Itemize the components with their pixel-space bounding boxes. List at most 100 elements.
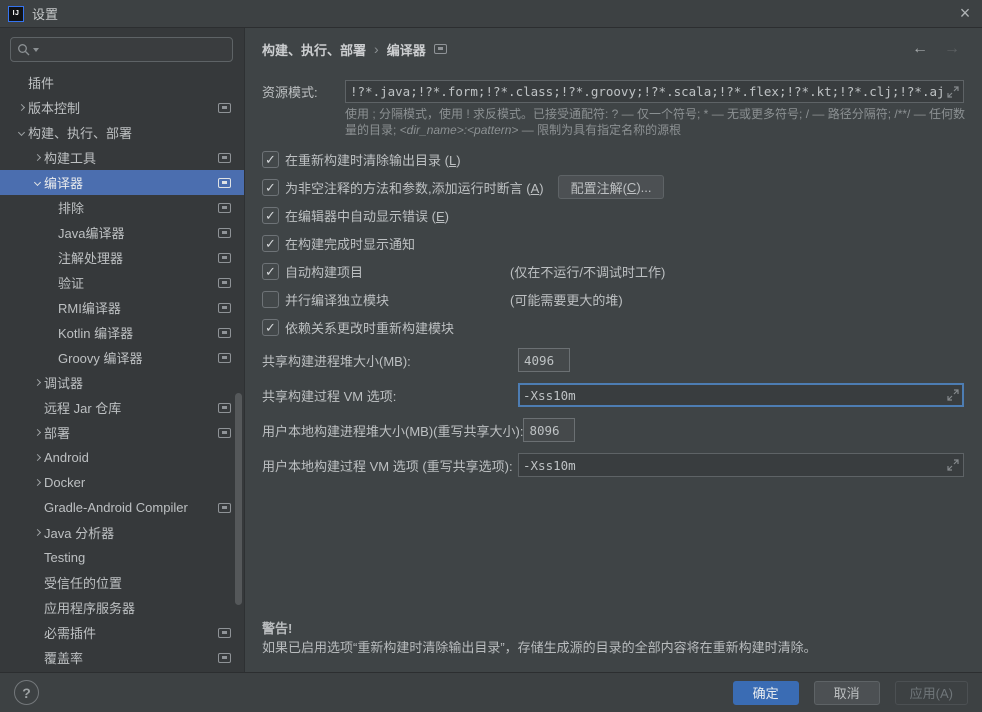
settings-page-icon <box>218 203 231 213</box>
tree-chevron-icon[interactable] <box>30 605 44 610</box>
tree-chevron-icon[interactable] <box>44 330 58 335</box>
sidebar-tree-item[interactable]: Testing <box>0 545 245 570</box>
user-heap-size-label: 用户本地构建进程堆大小(MB)(重写共享大小): <box>262 421 523 440</box>
tree-chevron-icon[interactable] <box>44 280 58 285</box>
expand-field-icon[interactable] <box>947 389 959 401</box>
close-icon[interactable]: × <box>948 0 982 28</box>
tree-chevron-icon[interactable] <box>14 130 28 135</box>
compiler-settings-panel: 构建、执行、部署 › 编译器 ← → 资源模式: 使用 ; 分隔模式，使用 <box>246 28 982 672</box>
user-heap-size-input[interactable] <box>529 419 569 441</box>
tree-chevron-icon[interactable] <box>14 105 28 110</box>
parallel-compile-checkbox[interactable] <box>262 291 279 308</box>
warning-title: 警告! <box>262 619 964 638</box>
sidebar-tree-item[interactable]: 必需插件 <box>0 620 245 645</box>
forward-arrow-icon[interactable]: → <box>944 40 960 58</box>
sidebar-tree-item[interactable]: 构建、执行、部署 <box>0 120 245 145</box>
sidebar-tree-item[interactable]: 注解处理器 <box>0 245 245 270</box>
settings-page-icon <box>218 403 231 413</box>
sidebar-tree-item[interactable]: 验证 <box>0 270 245 295</box>
settings-page-icon <box>218 253 231 263</box>
sidebar-tree-item[interactable]: Java编译器 <box>0 220 245 245</box>
sidebar-tree-item[interactable]: 插件 <box>0 70 245 95</box>
tree-chevron-icon[interactable] <box>44 305 58 310</box>
apply-button[interactable]: 应用(A) <box>895 681 968 705</box>
settings-page-icon <box>218 653 231 663</box>
sidebar-tree-item[interactable]: Docker <box>0 470 245 495</box>
sidebar-tree-item[interactable]: 构建工具 <box>0 145 245 170</box>
configure-annotations-button[interactable]: 配置注解(C)... <box>558 175 665 199</box>
expand-field-icon[interactable] <box>947 459 959 471</box>
tree-chevron-icon[interactable] <box>30 580 44 585</box>
back-arrow-icon[interactable]: ← <box>912 40 928 58</box>
sidebar-tree-item[interactable]: 应用程序服务器 <box>0 595 245 620</box>
sidebar-tree-item[interactable]: 排除 <box>0 195 245 220</box>
clear-output-directory-row: ✓ 在重新构建时清除输出目录 (L) <box>262 147 964 171</box>
sidebar-tree-item[interactable]: 调试器 <box>0 370 245 395</box>
tree-item-label: 构建、执行、部署 <box>28 123 132 142</box>
user-vm-options-input[interactable] <box>523 458 943 473</box>
checkbox-note: (仅在不运行/不调试时工作) <box>510 262 665 281</box>
resource-patterns-hint: 使用 ; 分隔模式，使用 ! 求反模式。已接受通配符: ? — 仅一个符号; *… <box>345 107 970 138</box>
settings-page-icon <box>218 353 231 363</box>
build-notification-checkbox[interactable]: ✓ <box>262 235 279 252</box>
tree-chevron-icon[interactable] <box>30 380 44 385</box>
build-project-automatically-checkbox[interactable]: ✓ <box>262 263 279 280</box>
tree-chevron-icon[interactable] <box>44 255 58 260</box>
sidebar-scrollbar-thumb[interactable] <box>235 393 242 605</box>
shared-vm-options-input[interactable] <box>523 388 943 403</box>
sidebar-tree-item[interactable]: 远程 Jar 仓库 <box>0 395 245 420</box>
tree-chevron-icon[interactable] <box>44 230 58 235</box>
ok-button[interactable]: 确定 <box>733 681 799 705</box>
shared-heap-size-row: 共享构建进程堆大小(MB): <box>262 348 964 372</box>
tree-chevron-icon[interactable] <box>30 530 44 535</box>
expand-field-icon[interactable] <box>947 86 959 98</box>
sidebar-tree-item[interactable]: Android <box>0 445 245 470</box>
user-heap-size-field <box>523 418 575 442</box>
tree-item-label: 受信任的位置 <box>44 573 122 592</box>
hint-italic-text: <dir_name>:<pattern> <box>400 123 519 137</box>
resource-patterns-input[interactable] <box>350 84 943 99</box>
sidebar-tree-item[interactable]: Groovy 编译器 <box>0 345 245 370</box>
tree-item-label: Groovy 编译器 <box>58 348 143 367</box>
rebuild-on-dependency-change-checkbox[interactable]: ✓ <box>262 319 279 336</box>
tree-item-label: 远程 Jar 仓库 <box>44 398 121 417</box>
tree-chevron-icon[interactable] <box>44 205 58 210</box>
display-errors-checkbox[interactable]: ✓ <box>262 207 279 224</box>
shared-heap-size-input[interactable] <box>524 349 564 371</box>
search-input[interactable] <box>39 43 226 57</box>
tree-chevron-icon[interactable] <box>44 355 58 360</box>
tree-chevron-icon[interactable] <box>14 80 28 85</box>
warning-text: 如果已启用选项“重新构建时清除输出目录”，存储生成源的目录的全部内容将在重新构建… <box>262 638 964 657</box>
clear-output-directory-checkbox[interactable]: ✓ <box>262 151 279 168</box>
tree-item-label: Gradle-Android Compiler <box>44 500 188 515</box>
settings-search-box[interactable] <box>10 37 233 62</box>
tree-chevron-icon[interactable] <box>30 655 44 660</box>
sidebar-tree-item[interactable]: RMI编译器 <box>0 295 245 320</box>
sidebar-tree-item[interactable]: Kotlin 编译器 <box>0 320 245 345</box>
runtime-assertions-checkbox[interactable]: ✓ <box>262 179 279 196</box>
tree-item-label: 覆盖率 <box>44 648 83 667</box>
tree-chevron-icon[interactable] <box>30 155 44 160</box>
tree-chevron-icon[interactable] <box>30 455 44 460</box>
sidebar-tree-item[interactable]: 覆盖率 <box>0 645 245 670</box>
shared-heap-size-label: 共享构建进程堆大小(MB): <box>262 351 518 370</box>
tree-chevron-icon[interactable] <box>30 405 44 410</box>
cancel-button[interactable]: 取消 <box>814 681 880 705</box>
sidebar-tree-item[interactable]: 受信任的位置 <box>0 570 245 595</box>
tree-chevron-icon[interactable] <box>30 555 44 560</box>
sidebar-tree-item[interactable]: 编译器 <box>0 170 245 195</box>
tree-chevron-icon[interactable] <box>30 630 44 635</box>
tree-chevron-icon[interactable] <box>30 480 44 485</box>
display-errors-row: ✓ 在编辑器中自动显示错误 (E) <box>262 203 964 227</box>
tree-chevron-icon[interactable] <box>30 505 44 510</box>
sidebar-tree-item[interactable]: Java 分析器 <box>0 520 245 545</box>
user-vm-options-row: 用户本地构建过程 VM 选项 (重写共享选项): <box>262 453 964 477</box>
tree-chevron-icon[interactable] <box>30 180 44 185</box>
sidebar-tree-item[interactable]: 部署 <box>0 420 245 445</box>
sidebar-tree-item[interactable]: Gradle-Android Compiler <box>0 495 245 520</box>
tree-chevron-icon[interactable] <box>30 430 44 435</box>
sidebar-tree-item[interactable]: 版本控制 <box>0 95 245 120</box>
breadcrumb-build-execution-deployment[interactable]: 构建、执行、部署 <box>262 40 366 59</box>
help-icon[interactable]: ? <box>14 680 39 705</box>
tree-item-label: 应用程序服务器 <box>44 598 135 617</box>
